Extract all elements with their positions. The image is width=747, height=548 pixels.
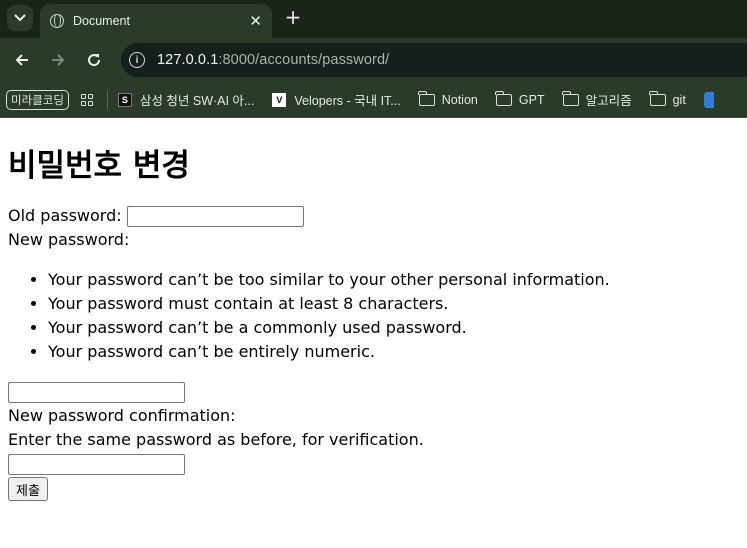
new-password-label: New password:	[8, 230, 130, 249]
new-password-row	[8, 380, 739, 404]
velopers-favicon-icon: V	[272, 92, 287, 107]
submit-button[interactable]: 제출	[8, 477, 48, 501]
globe-icon	[50, 14, 64, 28]
confirm-password-input[interactable]	[8, 454, 185, 475]
bookmark-samsung-sw-ai[interactable]: S 삼성 청년 SW·AI 아...	[117, 90, 254, 109]
help-item: Your password must contain at least 8 ch…	[48, 292, 739, 316]
bookmark-folder-algorithm[interactable]: 알고리즘	[562, 90, 632, 109]
confirm-password-help: Enter the same password as before, for v…	[8, 430, 424, 449]
bookmark-velopers[interactable]: V Velopers - 국내 IT...	[272, 90, 401, 109]
back-arrow-icon	[15, 54, 28, 66]
old-password-input[interactable]	[126, 206, 304, 227]
tab-search-button[interactable]	[7, 5, 33, 31]
bookmark-folder-gpt[interactable]: GPT	[495, 90, 545, 107]
close-tab-icon[interactable]: ✕	[249, 12, 262, 30]
apps-grid-icon[interactable]	[80, 93, 93, 106]
bookmarks-bar: 미라클코딩 S 삼성 청년 SW·AI 아... V Velopers - 국내…	[0, 82, 747, 118]
help-item: Your password can’t be too similar to yo…	[48, 268, 739, 292]
samsung-favicon-icon: S	[117, 92, 132, 107]
bookmark-separator	[106, 90, 108, 109]
confirm-password-label: New password confirmation:	[8, 406, 236, 425]
new-password-input[interactable]	[8, 382, 185, 403]
reload-icon	[88, 54, 101, 67]
browser-chrome: Document ✕ + i 127.0.0.1:8000/accounts/p…	[0, 0, 747, 118]
tab-strip: Document ✕ +	[0, 0, 747, 38]
folder-icon	[495, 90, 512, 106]
forward-button[interactable]	[47, 49, 69, 71]
password-change-form: Old password: New password: Your passwor…	[8, 204, 739, 501]
toolbar: i 127.0.0.1:8000/accounts/password/	[0, 38, 747, 82]
bookmark-folder-git[interactable]: git	[649, 90, 686, 107]
help-item: Your password can’t be entirely numeric.	[48, 340, 739, 364]
old-password-row: Old password:	[8, 204, 739, 228]
bookmark-miracle-coding[interactable]: 미라클코딩	[6, 89, 69, 110]
url-text[interactable]: 127.0.0.1:8000/accounts/password/	[157, 52, 389, 68]
page-title: 비밀번호 변경	[8, 148, 190, 184]
chevron-down-icon	[14, 14, 26, 22]
new-tab-button[interactable]: +	[283, 5, 303, 31]
folder-icon	[418, 90, 435, 106]
forward-arrow-icon	[52, 54, 65, 66]
bookmark-folder-notion[interactable]: Notion	[418, 90, 478, 107]
tab-title: Document	[73, 14, 130, 28]
site-info-icon[interactable]: i	[129, 52, 145, 68]
old-password-label: Old password:	[8, 206, 122, 225]
page-content: 비밀번호 변경 Old password: New password: Your…	[0, 146, 747, 501]
folder-icon	[562, 90, 579, 106]
bookmark-overflow-favicon-icon[interactable]	[703, 91, 714, 108]
confirm-password-row	[8, 452, 739, 476]
active-tab[interactable]: Document ✕	[40, 4, 272, 38]
folder-icon	[649, 90, 666, 106]
reload-button[interactable]	[83, 49, 105, 71]
back-button[interactable]	[11, 49, 33, 71]
address-bar[interactable]: i 127.0.0.1:8000/accounts/password/	[121, 43, 747, 77]
password-help-list: Your password can’t be too similar to yo…	[8, 268, 739, 364]
help-item: Your password can’t be a commonly used p…	[48, 316, 739, 340]
